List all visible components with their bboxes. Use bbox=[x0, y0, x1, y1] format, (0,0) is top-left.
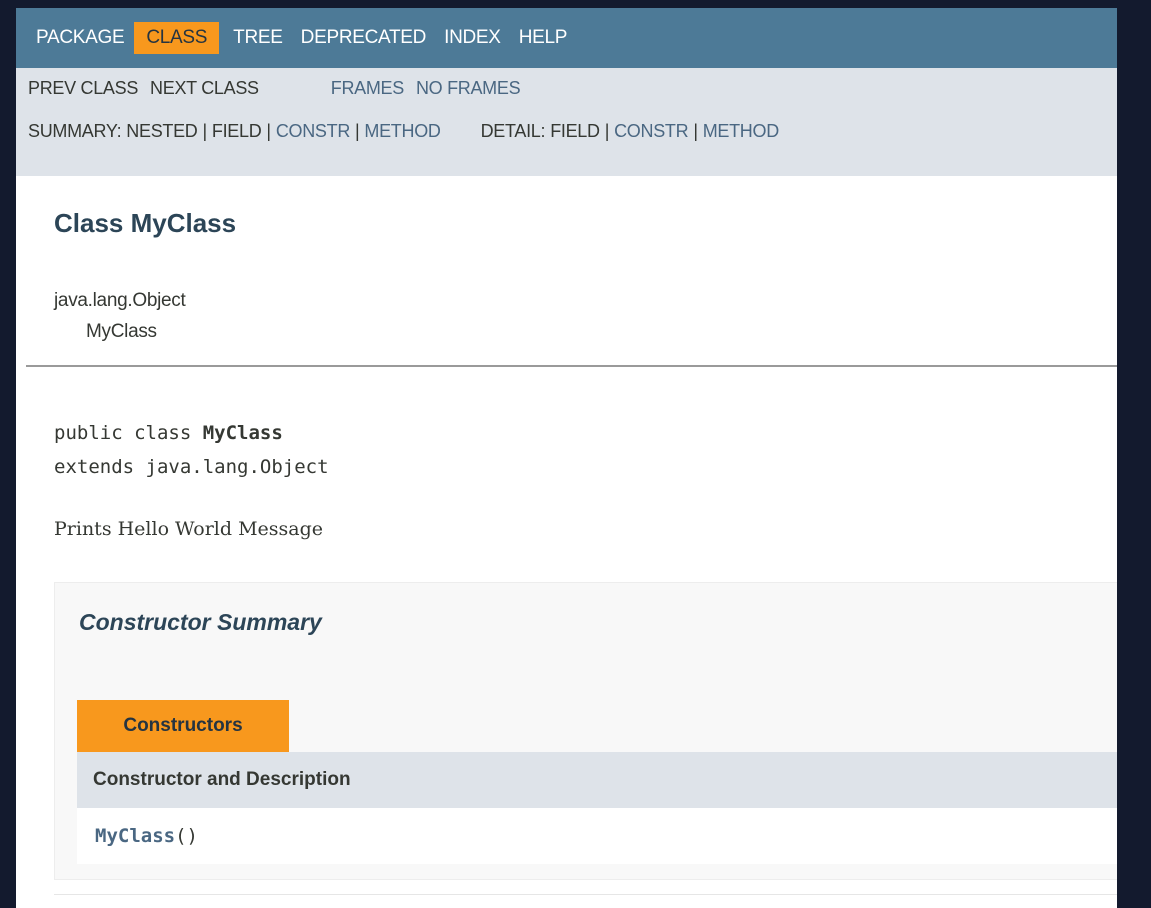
detail-label: DETAIL: bbox=[480, 120, 546, 141]
separator: | bbox=[266, 120, 271, 141]
nav-deprecated[interactable]: DEPRECATED bbox=[293, 22, 434, 54]
detail-field: FIELD bbox=[550, 120, 600, 141]
javadoc-page: PACKAGE CLASS TREE DEPRECATED INDEX HELP… bbox=[16, 8, 1117, 908]
constructor-summary-block: Constructor Summary Constructors Constru… bbox=[54, 582, 1117, 880]
table-row: MyClass() bbox=[77, 808, 1117, 864]
class-description: Prints Hello World Message bbox=[54, 518, 324, 540]
summary-label: SUMMARY: bbox=[28, 120, 122, 141]
nav-package[interactable]: PACKAGE bbox=[28, 22, 132, 54]
inheritance-root: java.lang.Object bbox=[54, 290, 186, 311]
subnav-row-classes: PREV CLASS NEXT CLASS FRAMES NO FRAMES bbox=[28, 68, 1117, 108]
nav-help[interactable]: HELP bbox=[511, 22, 575, 54]
constructor-link[interactable]: MyClass bbox=[95, 825, 175, 847]
summary-nested: NESTED bbox=[126, 120, 198, 141]
frames-link[interactable]: FRAMES bbox=[331, 78, 405, 99]
detail-method-link[interactable]: METHOD bbox=[703, 121, 780, 142]
page-title: Class MyClass bbox=[54, 208, 237, 238]
divider bbox=[54, 894, 1117, 895]
class-signature: public class MyClass bbox=[54, 422, 283, 444]
class-extends: extends java.lang.Object bbox=[54, 456, 329, 478]
constructor-params: () bbox=[175, 825, 198, 847]
constructor-summary-heading: Constructor Summary bbox=[79, 609, 322, 635]
separator: | bbox=[355, 120, 360, 141]
inheritance-child: MyClass bbox=[86, 321, 157, 342]
summary-field: FIELD bbox=[211, 120, 262, 141]
next-class-label: NEXT CLASS bbox=[150, 77, 259, 98]
detail-constr-link[interactable]: CONSTR bbox=[614, 121, 689, 142]
sub-navigation: PREV CLASS NEXT CLASS FRAMES NO FRAMES S… bbox=[16, 68, 1117, 176]
separator: | bbox=[202, 120, 208, 141]
separator: | bbox=[604, 120, 610, 141]
no-frames-link[interactable]: NO FRAMES bbox=[416, 78, 521, 99]
signature-class-name: MyClass bbox=[202, 422, 283, 444]
prev-class-label: PREV CLASS bbox=[28, 77, 139, 98]
table-column-header: Constructor and Description bbox=[77, 752, 1117, 808]
constructors-caption-tab: Constructors bbox=[77, 700, 289, 752]
subnav-row-summary: SUMMARY: NESTED | FIELD | CONSTR | METHO… bbox=[28, 108, 1117, 154]
top-navigation-bar: PACKAGE CLASS TREE DEPRECATED INDEX HELP bbox=[16, 8, 1117, 68]
nav-tree[interactable]: TREE bbox=[225, 22, 290, 54]
summary-constr-link[interactable]: CONSTR bbox=[276, 121, 351, 142]
divider bbox=[26, 365, 1117, 367]
nav-class[interactable]: CLASS bbox=[134, 22, 220, 54]
nav-index[interactable]: INDEX bbox=[436, 22, 509, 54]
signature-prefix: public class bbox=[54, 422, 203, 444]
summary-method-link[interactable]: METHOD bbox=[364, 121, 441, 142]
separator: | bbox=[693, 120, 698, 141]
